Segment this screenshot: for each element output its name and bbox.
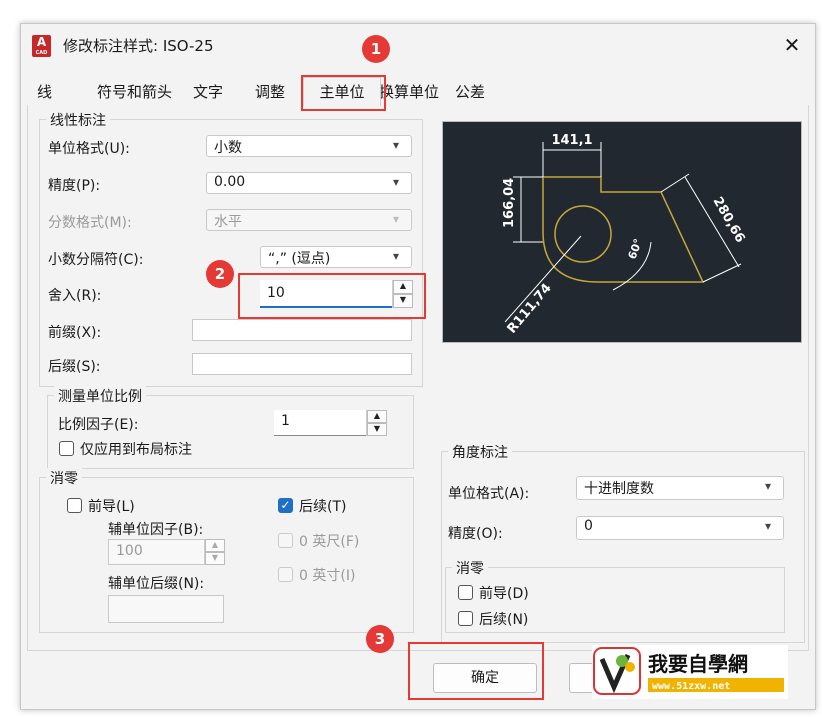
watermark-logo: 我要自學網 www.51zxw.net — [592, 645, 788, 699]
highlight-ok-button — [408, 642, 544, 700]
trailing-zero-checkbox[interactable]: ✓ — [278, 498, 293, 513]
spin-down-icon[interactable]: ▼ — [205, 552, 225, 565]
autocad-app-icon: A CAD — [32, 35, 51, 57]
dim-radius-text: R111,74 — [505, 281, 555, 337]
trailing-zero-label: 后续(T) — [299, 499, 347, 515]
prefix-input[interactable] — [192, 319, 412, 341]
dim-angle-text: 60° — [626, 237, 645, 261]
layout-only-label: 仅应用到布局标注 — [80, 442, 192, 458]
step-badge-2: 2 — [206, 260, 234, 288]
zero-inch-checkbox[interactable] — [278, 567, 293, 582]
angular-trailing-label: 后续(N) — [479, 612, 529, 628]
chevron-down-icon: ▾ — [393, 249, 400, 263]
zero-feet-label: 0 英尺(F) — [299, 534, 360, 550]
dim-top-text: 141,1 — [551, 133, 592, 148]
scale-group-title: 测量单位比例 — [54, 386, 146, 406]
decimal-separator-label: 小数分隔符(C): — [48, 252, 144, 268]
scale-factor-label: 比例因子(E): — [58, 417, 139, 433]
tab-tolerances[interactable]: 公差 — [455, 80, 485, 104]
step-badge-1: 1 — [362, 35, 390, 63]
tab-lines[interactable]: 线 — [37, 80, 52, 104]
sub-unit-factor-label: 辅单位因子(B): — [108, 522, 204, 538]
angular-unit-format-select[interactable]: 十进制度数 ▾ — [576, 476, 784, 500]
leading-zero-label: 前导(L) — [88, 499, 135, 515]
angular-precision-select[interactable]: 0 ▾ — [576, 516, 784, 540]
angular-precision-label: 精度(O): — [448, 526, 503, 542]
dimension-preview: 141,1 166,04 280,66 60° R111,74 — [442, 121, 802, 343]
angular-leading-checkbox[interactable] — [458, 585, 473, 600]
spin-down-icon[interactable]: ▼ — [367, 423, 387, 436]
zero-feet-checkbox[interactable] — [278, 533, 293, 548]
leading-zero-checkbox[interactable] — [67, 498, 82, 513]
layout-only-checkbox[interactable] — [59, 441, 74, 456]
linear-group-title: 线性标注 — [46, 110, 110, 130]
watermark-brand: 我要自學網 — [648, 652, 748, 676]
watermark-url: www.51zxw.net — [652, 681, 730, 692]
angular-zero-title: 消零 — [452, 558, 488, 578]
decimal-separator-select[interactable]: “,” (逗点) ▾ — [260, 246, 412, 268]
unit-format-select[interactable]: 小数 ▾ — [206, 135, 412, 157]
precision-label: 精度(P): — [48, 178, 101, 194]
fraction-format-select[interactable]: 水平 ▾ — [206, 209, 412, 231]
round-off-label: 舍入(R): — [48, 288, 102, 304]
chevron-down-icon: ▾ — [393, 175, 400, 189]
angular-group-title: 角度标注 — [448, 442, 512, 462]
angular-leading-label: 前导(D) — [479, 586, 529, 602]
prefix-label: 前缀(X): — [48, 325, 102, 341]
chevron-down-icon: ▾ — [393, 138, 400, 152]
scale-factor-input[interactable]: 1 — [274, 410, 372, 436]
dim-diag-text: 280,66 — [710, 195, 748, 246]
tab-primary-units[interactable]: 主单位 — [303, 77, 381, 106]
chevron-down-icon: ▾ — [393, 212, 400, 226]
tab-alternate-units[interactable]: 换算单位 — [379, 80, 439, 104]
tab-symbols-arrows[interactable]: 符号和箭头 — [97, 80, 172, 104]
chevron-down-icon: ▾ — [765, 519, 772, 533]
spin-up-icon[interactable]: ▲ — [205, 539, 225, 552]
sub-unit-factor-spinner[interactable]: ▲ ▼ — [204, 539, 225, 565]
watermark-logo-graphic: 我要自學網 www.51zxw.net — [593, 647, 784, 695]
angular-unit-format-label: 单位格式(A): — [448, 486, 530, 502]
preview-drawing: 141,1 166,04 280,66 60° R111,74 — [502, 133, 748, 337]
spin-up-icon[interactable]: ▲ — [367, 410, 387, 423]
chevron-down-icon: ▾ — [765, 479, 772, 493]
tab-fit[interactable]: 调整 — [255, 80, 285, 104]
sub-unit-suffix-input[interactable] — [108, 595, 224, 623]
suffix-input[interactable] — [192, 353, 412, 375]
tab-text[interactable]: 文字 — [193, 80, 223, 104]
title-bar: A CAD 修改标注样式: ISO-25 ✕ — [21, 24, 815, 68]
step-badge-3: 3 — [366, 625, 394, 653]
sub-unit-suffix-label: 辅单位后缀(N): — [108, 576, 205, 592]
primary-units-panel: 线性标注 单位格式(U): 小数 ▾ 精度(P): 0.00 ▾ 分数格式(M): … — [27, 105, 809, 651]
dimension-style-dialog: A CAD 修改标注样式: ISO-25 ✕ 线 符号和箭头 文字 调整 主单位 … — [20, 23, 816, 710]
angular-trailing-checkbox[interactable] — [458, 611, 473, 626]
tab-bar: 线 符号和箭头 文字 调整 主单位 换算单位 公差 — [27, 77, 807, 106]
unit-format-label: 单位格式(U): — [48, 141, 130, 157]
zero-suppression-title: 消零 — [46, 468, 82, 488]
dialog-title: 修改标注样式: ISO-25 — [63, 37, 214, 55]
zero-inch-label: 0 英寸(I) — [299, 568, 356, 584]
close-icon[interactable]: ✕ — [779, 34, 805, 58]
suffix-label: 后缀(S): — [48, 359, 101, 375]
fraction-format-label: 分数格式(M): — [48, 215, 132, 231]
preview-shape — [542, 176, 705, 283]
scale-factor-spinner[interactable]: ▲ ▼ — [366, 410, 387, 436]
precision-select[interactable]: 0.00 ▾ — [206, 172, 412, 194]
dim-left-text: 166,04 — [502, 178, 517, 228]
highlight-round-off — [238, 273, 426, 319]
